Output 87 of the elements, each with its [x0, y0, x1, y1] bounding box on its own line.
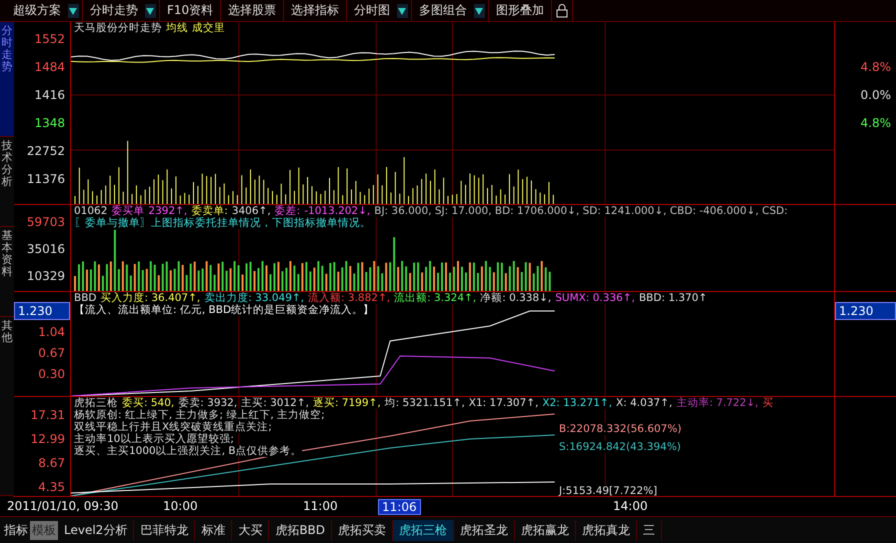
axis-label: 10329 — [26, 268, 65, 282]
axis-label: 4.35 — [38, 480, 65, 494]
axis-label: 17.31 — [30, 408, 65, 422]
indicator-text: BJ: 36.000, SJ: 17.000, BD: 1706.000↓, SD: 1241.000↓, CBD: -406.000↓, CSD: — [374, 205, 788, 217]
indicator-text: 委卖单: — [191, 205, 228, 217]
indicator-text: 01062 — [74, 205, 108, 217]
indicator-text: 买 — [762, 397, 774, 409]
indicator-tab[interactable]: 标准 — [195, 520, 232, 540]
axis-label: 22752 — [26, 144, 65, 158]
indicator-tab[interactable]: 虎拓真龙 — [576, 520, 638, 540]
axis-label: 59703 — [26, 214, 65, 228]
indicator-text: 均线 — [166, 22, 188, 34]
time-label: 14:00 — [612, 499, 649, 513]
indicator-text: 逐买: 7199↑, — [312, 397, 381, 409]
toolbar-button[interactable]: 选择指标 — [284, 0, 346, 20]
indicator-text: 双线平稳上行并且X线突破黄线重点关注; — [74, 421, 272, 433]
indicator-text: 主动率: 7.722↓, — [676, 397, 758, 409]
side-tab[interactable]: 技术分析 — [0, 137, 14, 227]
axis-label: 35016 — [26, 242, 65, 256]
axis-label: 1.230 — [835, 302, 896, 320]
indicator-text: 委买单 — [111, 205, 144, 217]
indicator-text: X: 4.037↑, — [616, 397, 672, 409]
axis-label: 1348 — [34, 116, 65, 130]
side-tab[interactable]: 其他 — [0, 317, 14, 496]
axis-label: 0.0% — [860, 88, 891, 102]
indicator-text: 杨软原创: 红上绿下, 主力做多; 绿上红下, 主力做空; — [74, 409, 325, 421]
indicator-tab[interactable]: 大买 — [232, 520, 270, 540]
indicator-text: 虎拓三枪 — [74, 397, 118, 409]
time-label: 10:00 — [162, 499, 199, 513]
indicator-tab[interactable]: 虎拓三枪 — [393, 520, 454, 540]
toolbar-button[interactable]: 分时走势 — [83, 0, 145, 20]
indicator-text: 流入额: 3.882↑, — [308, 292, 390, 304]
indicator-text: 委卖: 3932, — [178, 397, 238, 409]
toolbar-button[interactable]: 图形叠加 — [489, 0, 552, 20]
toolbar-button[interactable]: 超级方案 — [6, 0, 68, 20]
indicator-tab[interactable]: 三 — [637, 520, 662, 540]
axis-label: 1.04 — [38, 324, 65, 338]
indicator-text: X2: 13.271↑, — [542, 397, 612, 409]
toolbar-button[interactable]: F10资料 — [160, 0, 220, 20]
indicator-text: X1: 17.307↑, — [468, 397, 538, 409]
indicator-text: 成交里 — [192, 22, 225, 34]
indicator-text: -1013.202↓, — [304, 205, 370, 217]
axis-label: 4.8% — [860, 116, 891, 130]
indicator-text: BBD: 1.370↑ — [638, 292, 708, 304]
indicator-text: 均: 5321.151↑, — [384, 397, 465, 409]
indicator-text: SUMX: 0.336↑, — [555, 292, 635, 304]
line-value-label: J:5153.49[7.722%] — [559, 485, 658, 496]
indicator-text: 天马股份分时走势 — [74, 22, 162, 34]
time-label: 11:06 — [378, 499, 421, 515]
indicator-text: BBD — [74, 292, 96, 304]
line-value-label: B:22078.332(56.607%) — [559, 423, 682, 435]
indicator-tab[interactable]: Level2分析 — [58, 520, 134, 540]
indicator-text: 3406↑, — [232, 205, 271, 217]
line-value-label: S:16924.842(43.394%) — [559, 441, 681, 453]
time-label: 2011/01/10, 09:30 — [6, 499, 120, 513]
time-label: 11:00 — [302, 499, 339, 513]
toolbar-button[interactable]: 多图组合 — [412, 0, 474, 20]
indicator-text: 卖出力度: 33.049↑, — [204, 292, 304, 304]
toolbar-button[interactable]: 选择股票 — [221, 0, 284, 20]
indicator-text: 净额: 0.338↓, — [480, 292, 552, 304]
indicator-tab[interactable]: 虎拓圣龙 — [454, 520, 516, 540]
axis-label: 1.230 — [14, 302, 70, 320]
indicator-text: 主动率10以上表示买入愿望较强; — [74, 433, 234, 445]
indicator-tab[interactable]: 虎拓赢龙 — [515, 520, 576, 540]
indicator-text: 流出额: 3.324↑, — [394, 292, 476, 304]
lock-icon[interactable] — [556, 4, 568, 18]
toolbar-button[interactable]: 分时图 — [347, 0, 398, 20]
indicator-text: 委买: 540, — [122, 397, 174, 409]
mode-tab[interactable]: 指标 — [2, 520, 30, 540]
indicator-text: 主买: 3012↑, — [241, 397, 309, 409]
axis-label: 0.67 — [38, 346, 65, 360]
axis-label: 11376 — [26, 172, 65, 186]
axis-label: 4.8% — [860, 60, 891, 74]
axis-label: 1552 — [34, 32, 65, 46]
indicator-tab[interactable]: 虎拓BBD — [269, 520, 332, 540]
indicator-text: 2392↑, — [148, 205, 188, 217]
axis-label: 8.67 — [38, 456, 65, 470]
indicator-tab[interactable]: 巴菲特龙 — [134, 520, 196, 540]
axis-label: 0.30 — [38, 366, 65, 380]
axis-label: 12.99 — [30, 432, 65, 446]
indicator-text: 买入力度: 36.407↑, — [100, 292, 200, 304]
side-tab[interactable]: 分时走势 — [0, 22, 14, 137]
axis-label: 1484 — [34, 60, 65, 74]
indicator-text: 逐买、主买1000以上强烈关注, B点仅供参考。 — [74, 445, 302, 457]
indicator-text: 委差: — [274, 205, 300, 217]
axis-label: 1416 — [34, 88, 65, 102]
side-tab[interactable]: 基本资料 — [0, 227, 14, 317]
